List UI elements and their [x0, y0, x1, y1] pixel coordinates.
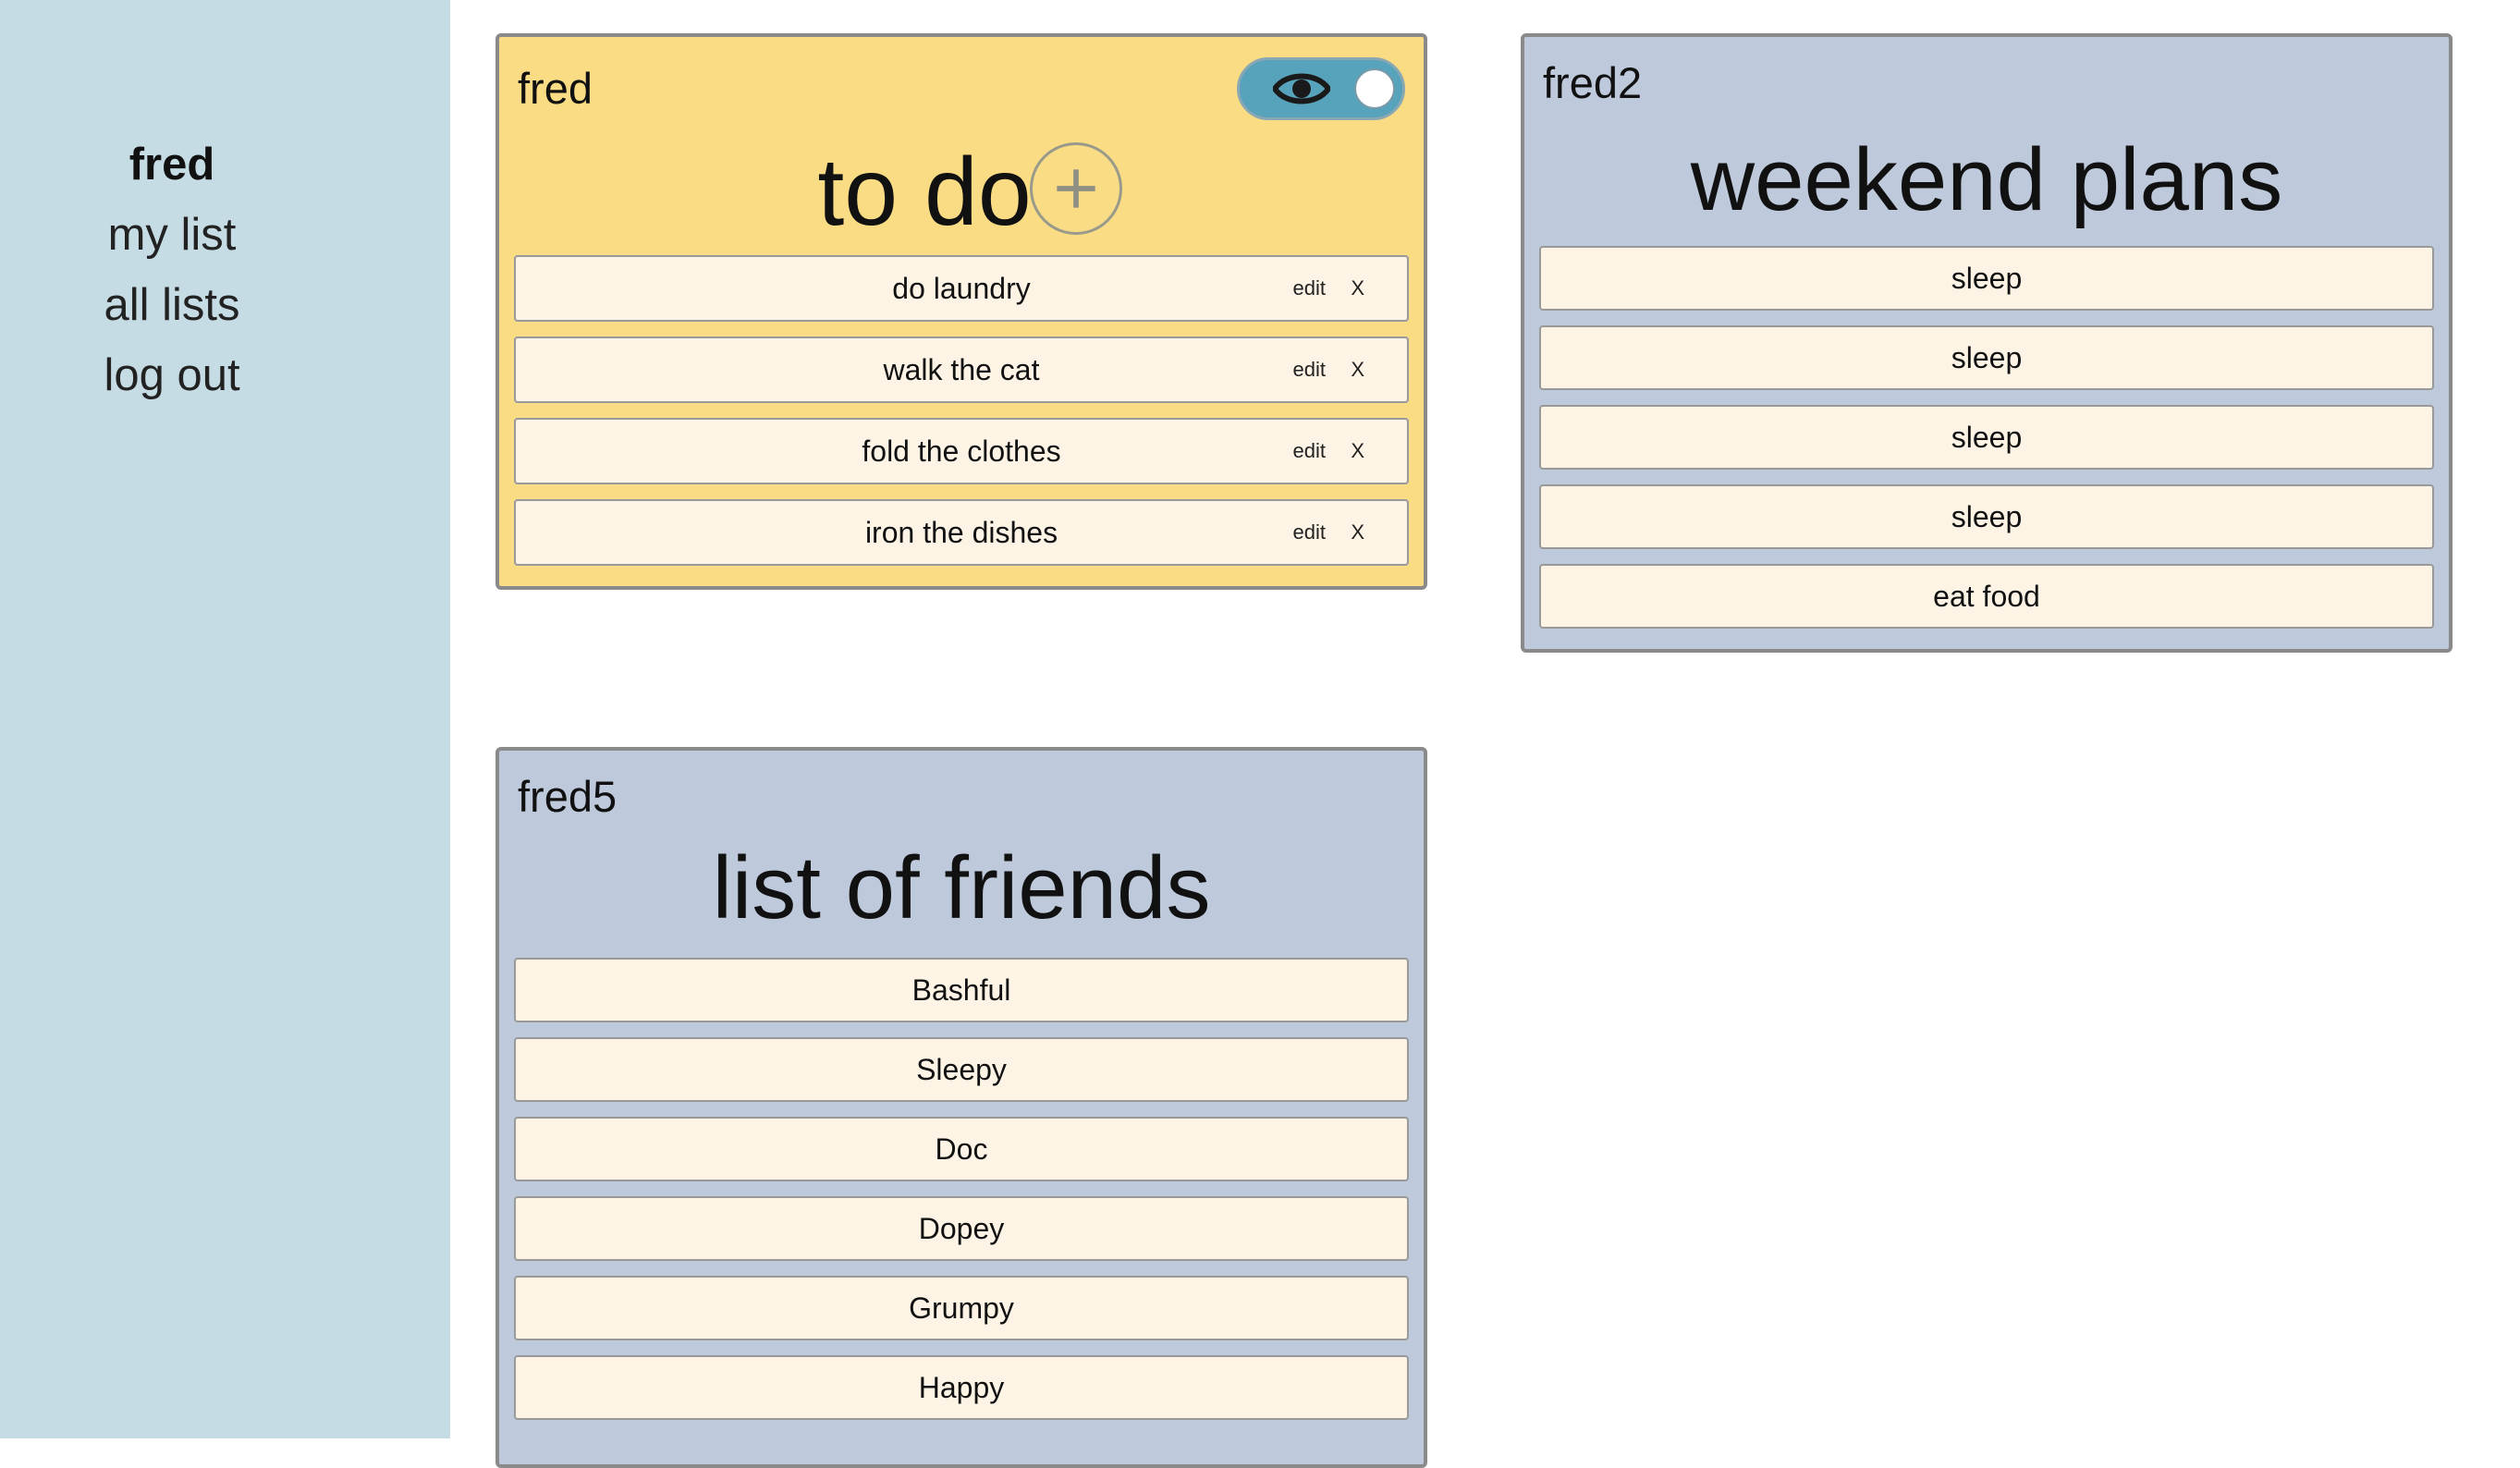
list-items: Bashful Sleepy Doc Dopey Grumpy Happy	[514, 958, 1409, 1435]
add-item-button[interactable]	[1030, 142, 1122, 235]
list-items: sleep sleep sleep sleep eat food	[1539, 246, 2434, 629]
list-item[interactable]: Happy	[514, 1355, 1409, 1420]
delete-item-button[interactable]: X	[1351, 276, 1364, 300]
list-item-label: walk the cat	[883, 352, 1040, 386]
list-item-label: do laundry	[892, 271, 1031, 305]
list-item-label: Happy	[918, 1370, 1005, 1404]
list-item: fold the clothes edit X	[514, 418, 1409, 484]
list-items: do laundry edit X walk the cat edit X fo…	[514, 255, 1409, 581]
sidebar: fred my list all lists log out	[0, 0, 450, 1438]
list-item-label: Dopey	[918, 1211, 1005, 1245]
list-item-label: sleep	[1951, 261, 2023, 295]
list-item[interactable]: Bashful	[514, 958, 1409, 1022]
list-item: walk the cat edit X	[514, 336, 1409, 403]
list-item-label: Bashful	[911, 973, 1011, 1007]
list-title: weekend plans	[1690, 130, 2283, 229]
list-title: to do	[817, 139, 1032, 246]
list-item-label: fold the clothes	[862, 434, 1061, 468]
list-card-to-do: fred to do do laundry edit X walk the ca…	[495, 33, 1427, 590]
nav-item-log-out[interactable]: log out	[0, 340, 344, 410]
delete-item-button[interactable]: X	[1351, 520, 1364, 544]
list-item[interactable]: sleep	[1539, 484, 2434, 549]
eye-icon	[1273, 73, 1330, 104]
list-item-label: Doc	[935, 1132, 988, 1166]
delete-item-button[interactable]: X	[1351, 358, 1364, 382]
list-title: list of friends	[712, 838, 1211, 937]
list-item[interactable]: Sleepy	[514, 1037, 1409, 1102]
list-owner: fred2	[1543, 58, 1643, 107]
edit-item-button[interactable]: edit	[1293, 520, 1326, 544]
edit-item-button[interactable]: edit	[1293, 358, 1326, 382]
list-item: do laundry edit X	[514, 255, 1409, 322]
list-item[interactable]: sleep	[1539, 405, 2434, 470]
sidebar-nav: fred my list all lists log out	[0, 129, 344, 410]
list-item-label: Sleepy	[916, 1052, 1007, 1086]
list-item-label: sleep	[1951, 340, 2023, 374]
list-item[interactable]: Doc	[514, 1117, 1409, 1181]
list-item-label: eat food	[1933, 579, 2040, 613]
list-item-label: sleep	[1951, 499, 2023, 533]
list-card-list-of-friends: fred5 list of friends Bashful Sleepy Doc…	[495, 747, 1427, 1468]
list-card-weekend-plans: fred2 weekend plans sleep sleep sleep sl…	[1521, 33, 2453, 653]
nav-item-all-lists[interactable]: all lists	[0, 270, 344, 340]
list-item[interactable]: Grumpy	[514, 1276, 1409, 1340]
edit-item-button[interactable]: edit	[1293, 276, 1326, 300]
list-item[interactable]: Dopey	[514, 1196, 1409, 1261]
list-item: iron the dishes edit X	[514, 499, 1409, 566]
list-item[interactable]: sleep	[1539, 246, 2434, 311]
list-item-label: iron the dishes	[864, 515, 1058, 549]
nav-item-my-list[interactable]: my list	[0, 200, 344, 270]
nav-item-username[interactable]: fred	[0, 129, 344, 200]
list-owner: fred5	[518, 772, 618, 821]
list-owner: fred	[518, 64, 593, 113]
visibility-toggle[interactable]	[1237, 57, 1405, 120]
list-item[interactable]: sleep	[1539, 325, 2434, 390]
list-item[interactable]: eat food	[1539, 564, 2434, 629]
toggle-knob	[1354, 68, 1395, 109]
delete-item-button[interactable]: X	[1351, 439, 1364, 463]
list-item-label: sleep	[1951, 420, 2023, 454]
plus-icon	[1057, 169, 1095, 208]
edit-item-button[interactable]: edit	[1293, 439, 1326, 463]
list-item-label: Grumpy	[909, 1291, 1014, 1325]
